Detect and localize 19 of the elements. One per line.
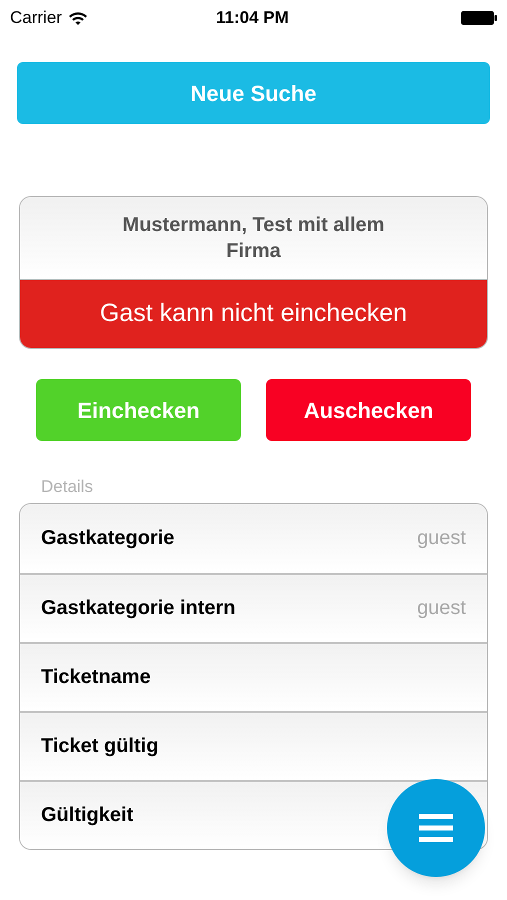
checkin-status-banner: Gast kann nicht einchecken [20, 280, 487, 348]
clock-time: 11:04 PM [216, 7, 289, 30]
carrier-label: Carrier [10, 7, 62, 30]
check-in-button[interactable]: Einchecken [36, 379, 241, 441]
detail-label: Gültigkeit [41, 803, 134, 828]
check-out-button[interactable]: Auschecken [266, 379, 471, 441]
battery-icon [461, 11, 497, 25]
wifi-icon [68, 10, 88, 26]
menu-icon [419, 814, 453, 842]
detail-label: Ticket gültig [41, 734, 158, 759]
new-search-button[interactable]: Neue Suche [17, 62, 490, 124]
detail-value: guest [417, 526, 466, 551]
details-header: Details [41, 476, 94, 498]
detail-label: Gastkategorie intern [41, 596, 236, 621]
detail-label: Ticketname [41, 665, 151, 690]
detail-label: Gastkategorie [41, 526, 174, 551]
guest-name-line: Firma [226, 239, 281, 264]
guest-name-line: Mustermann, Test mit allem [122, 213, 384, 238]
detail-value: guest [417, 596, 466, 621]
